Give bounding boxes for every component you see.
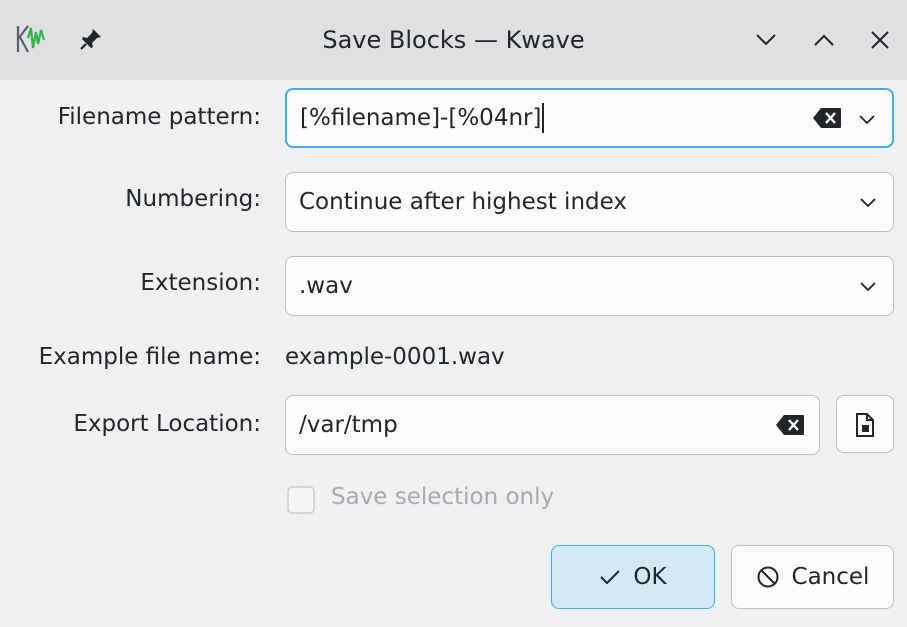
close-icon (871, 31, 889, 49)
close-button[interactable] (864, 24, 896, 56)
checkmark-icon (600, 570, 621, 585)
export-location-label: Export Location: (73, 411, 261, 437)
export-location-input[interactable]: /var/tmp (285, 395, 820, 455)
maximize-button[interactable] (808, 24, 840, 56)
cancel-button-label: Cancel (791, 564, 870, 590)
extension-value: .wav (299, 273, 353, 299)
chevron-down-icon (860, 198, 876, 208)
browse-location-button[interactable] (836, 395, 894, 453)
cancel-icon (757, 566, 779, 588)
filename-pattern-text-wrap: [%filename]-[%04nr] (300, 90, 545, 146)
save-selection-checkbox[interactable] (287, 486, 315, 514)
chevron-down-icon (860, 282, 876, 292)
filename-pattern-combobox[interactable]: [%filename]-[%04nr] (285, 88, 894, 148)
filename-pattern-input[interactable]: [%filename]-[%04nr] (300, 105, 541, 131)
numbering-value: Continue after highest index (299, 189, 627, 215)
minimize-icon (756, 34, 776, 46)
minimize-button[interactable] (750, 24, 782, 56)
ok-button-label: OK (633, 564, 667, 590)
chevron-down-icon[interactable] (854, 106, 880, 132)
cancel-button[interactable]: Cancel (731, 545, 894, 609)
ok-button[interactable]: OK (551, 545, 715, 609)
save-selection-label: Save selection only (331, 484, 555, 510)
filename-pattern-label: Filename pattern: (57, 104, 261, 130)
numbering-select[interactable]: Continue after highest index (285, 172, 894, 232)
extension-label: Extension: (140, 270, 261, 296)
numbering-label: Numbering: (125, 186, 261, 212)
document-open-icon (856, 413, 874, 437)
clear-text-icon[interactable] (812, 107, 842, 129)
example-file-name-value: example-0001.wav (285, 344, 505, 370)
clear-text-icon[interactable] (775, 414, 805, 436)
maximize-icon (814, 34, 834, 46)
extension-select[interactable]: .wav (285, 256, 894, 316)
title-bar: Save Blocks — Kwave (0, 0, 907, 80)
text-caret (542, 103, 545, 133)
example-file-name-label: Example file name: (38, 344, 261, 370)
export-location-value: /var/tmp (299, 412, 398, 438)
